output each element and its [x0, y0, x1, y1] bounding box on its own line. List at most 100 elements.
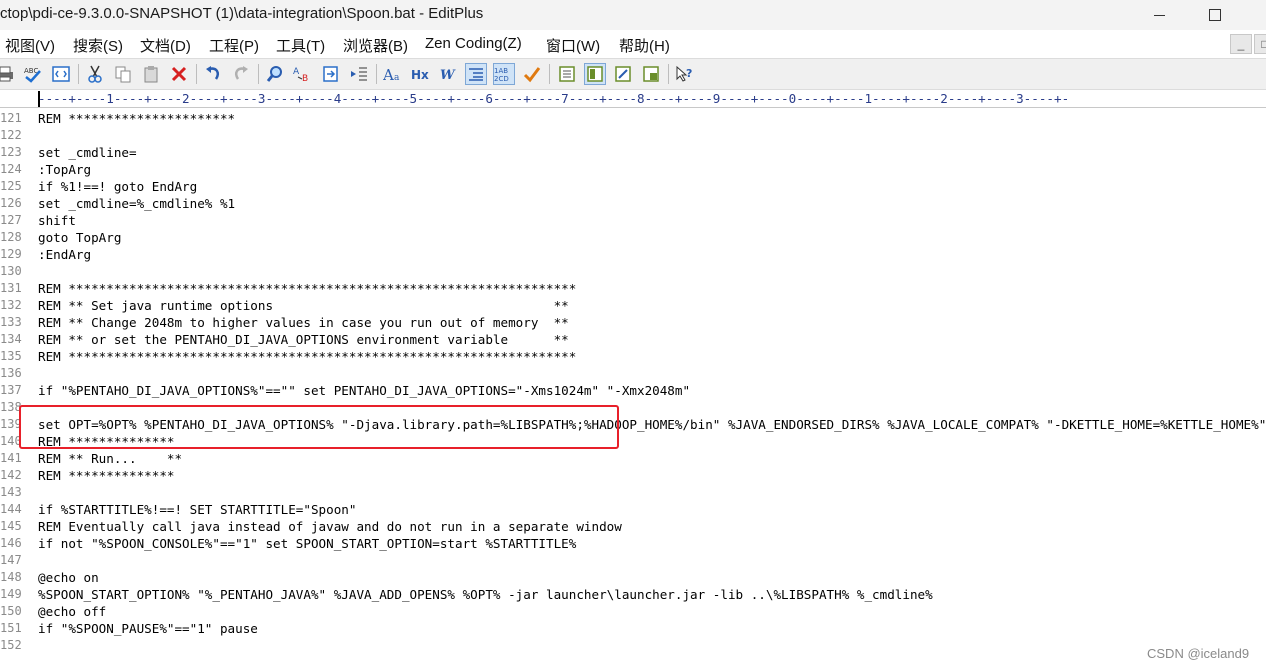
code-line[interactable]: 123 set _cmdline=	[0, 144, 1266, 161]
view-icon-4[interactable]	[640, 63, 662, 85]
line-number: 144	[0, 502, 22, 516]
code-line[interactable]: 129:EndArg	[0, 246, 1266, 263]
line-number: 152	[0, 638, 22, 652]
line-number: 123	[0, 145, 22, 159]
code-line[interactable]: 142 REM **************	[0, 467, 1266, 484]
code-line[interactable]: 121 REM **********************	[0, 110, 1266, 127]
help-icon[interactable]: ?	[674, 63, 696, 85]
replace-icon[interactable]: AB	[292, 63, 314, 85]
hex-icon[interactable]: Hx	[410, 63, 432, 85]
code-line[interactable]: 132 REM ** Set java runtime options **	[0, 297, 1266, 314]
line-number: 146	[0, 536, 22, 550]
mdi-minimize-button[interactable]: _	[1230, 34, 1252, 54]
code-line[interactable]: 134 REM ** or set the PENTAHO_DI_JAVA_OPT…	[0, 331, 1266, 348]
menu-tools[interactable]: 工具(T)	[276, 35, 325, 56]
line-number: 150	[0, 604, 22, 618]
line-number: 128	[0, 230, 22, 244]
code-text: REM **************	[38, 434, 175, 449]
code-line[interactable]: 144 if %STARTTITLE%!==! SET STARTTITLE="S…	[0, 501, 1266, 518]
code-line[interactable]: 148 @echo on	[0, 569, 1266, 586]
copy-icon[interactable]	[112, 63, 134, 85]
code-text: REM ************************************…	[38, 349, 577, 364]
code-text: shift	[38, 213, 76, 228]
code-text: REM ** Set java runtime options **	[38, 298, 569, 313]
line-number: 130	[0, 264, 22, 278]
code-text: REM ************************************…	[38, 281, 577, 296]
menu-view[interactable]: 视图(V)	[5, 35, 55, 56]
mdi-restore-button[interactable]: □	[1254, 34, 1266, 54]
delete-icon[interactable]	[168, 63, 190, 85]
line-number: 137	[0, 383, 22, 397]
code-text: if %1!==! goto EndArg	[38, 179, 198, 194]
svg-text:a: a	[394, 73, 400, 83]
toolbar-separator	[196, 64, 197, 84]
line-number-icon[interactable]	[465, 63, 487, 85]
svg-text:A: A	[383, 66, 394, 83]
ruler-icon[interactable]: 1AB 2CD	[493, 63, 515, 85]
menu-project[interactable]: 工程(P)	[209, 35, 259, 56]
find-icon[interactable]	[264, 63, 286, 85]
code-line[interactable]: 140 REM **************	[0, 433, 1266, 450]
code-line[interactable]: 150 @echo off	[0, 603, 1266, 620]
code-line[interactable]: 145 REM Eventually call java instead of j…	[0, 518, 1266, 535]
code-text: set OPT=%OPT% %PENTAHO_DI_JAVA_OPTIONS% …	[38, 417, 1266, 432]
print-icon[interactable]	[0, 63, 16, 85]
menu-document[interactable]: 文档(D)	[140, 35, 191, 56]
code-line[interactable]: 147	[0, 552, 1266, 569]
code-line[interactable]: 152	[0, 637, 1266, 654]
view-icon-1[interactable]	[556, 63, 578, 85]
font-icon[interactable]: Aa	[382, 63, 404, 85]
menu-zen-coding[interactable]: Zen Coding(Z)	[425, 35, 522, 52]
code-line[interactable]: 139 set OPT=%OPT% %PENTAHO_DI_JAVA_OPTION…	[0, 416, 1266, 433]
view-icon-2[interactable]	[584, 63, 606, 85]
maximize-button[interactable]	[1192, 0, 1238, 30]
cut-icon[interactable]	[84, 63, 106, 85]
menu-window[interactable]: 窗口(W)	[546, 35, 600, 56]
menu-search[interactable]: 搜索(S)	[73, 35, 123, 56]
code-line[interactable]: 137 if "%PENTAHO_DI_JAVA_OPTIONS%"=="" se…	[0, 382, 1266, 399]
code-line[interactable]: 146 if not "%SPOON_CONSOLE%"=="1" set SPO…	[0, 535, 1266, 552]
code-line[interactable]: 133 REM ** Change 2048m to higher values …	[0, 314, 1266, 331]
code-line[interactable]: 138	[0, 399, 1266, 416]
code-text: @echo on	[38, 570, 99, 585]
code-line[interactable]: 151 if "%SPOON_PAUSE%"=="1" pause	[0, 620, 1266, 637]
spellcheck-toggle-icon[interactable]	[521, 63, 543, 85]
redo-icon[interactable]	[230, 63, 252, 85]
code-line[interactable]: 126 set _cmdline=%_cmdline% %1	[0, 195, 1266, 212]
ruler-scale: ----+----1----+----2----+----3----+----4…	[38, 91, 1070, 106]
code-line[interactable]: 122	[0, 127, 1266, 144]
spellcheck-icon[interactable]: ABC	[22, 63, 44, 85]
code-text: set _cmdline=%_cmdline% %1	[38, 196, 236, 211]
toolbar-separator	[376, 64, 377, 84]
menu-browser[interactable]: 浏览器(B)	[343, 35, 408, 56]
code-line[interactable]: 136	[0, 365, 1266, 382]
code-line[interactable]: 125 if %1!==! goto EndArg	[0, 178, 1266, 195]
code-text: REM ** Run... **	[38, 451, 183, 466]
code-text: :TopArg	[38, 162, 92, 177]
menu-help[interactable]: 帮助(H)	[619, 35, 670, 56]
paste-icon[interactable]	[140, 63, 162, 85]
code-line[interactable]: 135 REM *********************************…	[0, 348, 1266, 365]
watermark: CSDN @iceland9	[1147, 646, 1250, 661]
code-line[interactable]: 128 goto TopArg	[0, 229, 1266, 246]
indent-icon[interactable]	[348, 63, 370, 85]
browser-preview-icon[interactable]	[50, 63, 72, 85]
code-editor[interactable]: 121 REM ********************** 122 123 set _…	[0, 108, 1266, 668]
line-number: 124	[0, 162, 22, 176]
goto-icon[interactable]	[320, 63, 342, 85]
view-icon-3[interactable]	[612, 63, 634, 85]
minimize-button[interactable]	[1136, 0, 1182, 30]
code-line[interactable]: 143	[0, 484, 1266, 501]
code-line[interactable]: 149 %SPOON_START_OPTION% "%_PENTAHO_JAVA%…	[0, 586, 1266, 603]
code-line[interactable]: 124 :TopArg	[0, 161, 1266, 178]
line-number: 148	[0, 570, 22, 584]
code-line[interactable]: 141 REM ** Run... **	[0, 450, 1266, 467]
code-line[interactable]: 127 shift	[0, 212, 1266, 229]
code-text: %SPOON_START_OPTION% "%_PENTAHO_JAVA%" %…	[38, 587, 933, 602]
undo-icon[interactable]	[202, 63, 224, 85]
title-bar: ctop\pdi-ce-9.3.0.0-SNAPSHOT (1)\data-in…	[0, 0, 1266, 30]
line-number: 141	[0, 451, 22, 465]
word-wrap-icon[interactable]: W	[438, 63, 460, 85]
code-line[interactable]: 131 REM *********************************…	[0, 280, 1266, 297]
code-line[interactable]: 130	[0, 263, 1266, 280]
